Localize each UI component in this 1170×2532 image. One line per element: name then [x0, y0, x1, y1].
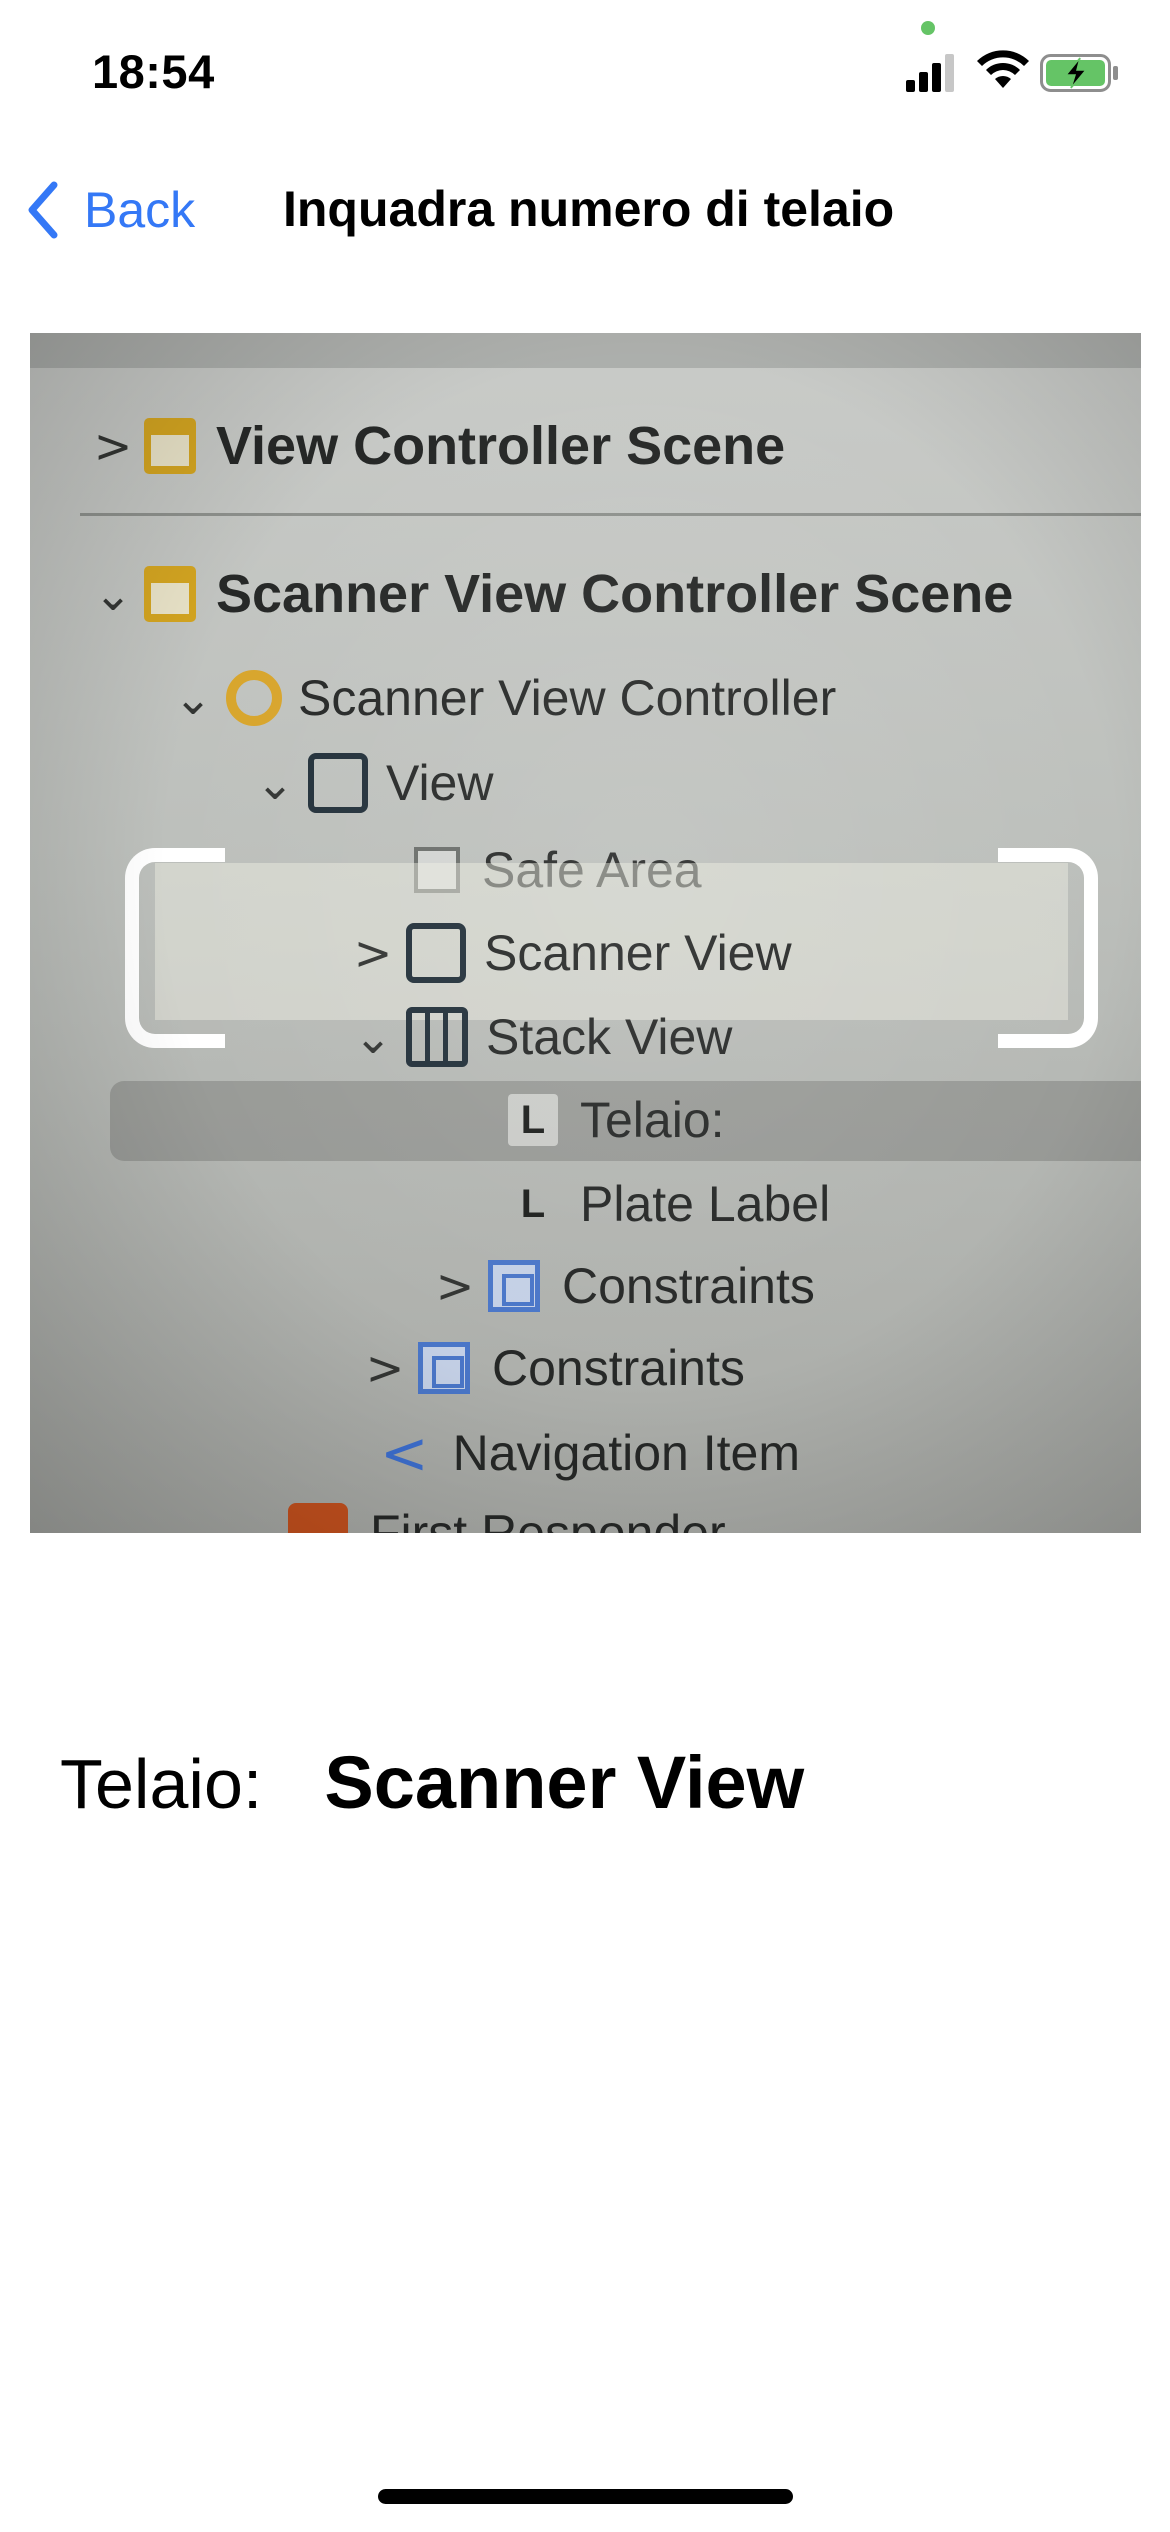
tree-label: Plate Label — [580, 1176, 831, 1232]
tree-label: Telaio: — [580, 1092, 725, 1148]
back-label: Back — [84, 182, 196, 238]
scanner-screen: 18:54 Back Inquadra numero di telaio > V… — [0, 0, 1170, 2532]
page-title: Inquadra numero di telaio — [283, 181, 895, 237]
cellular-signal-icon — [906, 54, 954, 92]
privacy-indicator-dot — [921, 21, 935, 35]
tree-label: Scanner View — [484, 925, 792, 981]
tree-label: Constraints — [562, 1258, 815, 1314]
tree-row-constraints-outer: > Constraints — [360, 1339, 745, 1397]
tree-row-stack-view: ⌄ Stack View — [348, 1007, 732, 1067]
navigation-bar: Back Inquadra numero di telaio — [0, 140, 1170, 275]
label-icon: L — [520, 1182, 546, 1226]
tree-row-plate-label: L Plate Label — [500, 1175, 830, 1233]
tree-label: View — [386, 755, 494, 811]
constraints-icon — [418, 1342, 470, 1394]
chevron-left-icon — [28, 181, 58, 239]
view-icon — [406, 923, 466, 983]
first-responder-icon — [288, 1503, 348, 1533]
tree-row-navigation-item: < Navigation Item — [370, 1419, 800, 1487]
tree-label: Constraints — [492, 1340, 745, 1396]
chevron-down-icon: ⌄ — [353, 1010, 393, 1064]
chevron-right-icon: > — [353, 926, 393, 980]
view-controller-icon — [226, 670, 282, 726]
back-button[interactable]: Back — [22, 175, 195, 245]
tree-label: Navigation Item — [452, 1425, 800, 1481]
status-bar: 18:54 — [0, 0, 1170, 140]
tree-row-scanner-view: > Scanner View — [348, 923, 792, 983]
tree-label: Stack View — [486, 1009, 733, 1065]
reticle-corner-bottom-left — [125, 933, 225, 1048]
navigation-item-icon: < — [380, 1419, 429, 1487]
camera-preview[interactable]: > View Controller Scene ⌄ Scanner View C… — [30, 333, 1141, 1533]
tree-row-view: ⌄ View — [250, 753, 493, 813]
tree-row-telaio-label: L Telaio: — [500, 1091, 725, 1149]
tree-row-view-controller-scene: > View Controller Scene — [88, 415, 785, 477]
result-value: Scanner View — [324, 1741, 805, 1824]
battery-charging-icon — [1040, 54, 1118, 92]
chevron-down-icon: ⌄ — [255, 756, 295, 810]
tree-label: View Controller Scene — [216, 416, 786, 476]
tree-label: First Responder — [370, 1505, 726, 1533]
tree-label: Scanner View Controller Scene — [216, 564, 1014, 624]
scene-icon — [144, 566, 196, 622]
label-icon: L — [508, 1094, 558, 1146]
chevron-right-icon: > — [435, 1259, 475, 1313]
preview-top-bar — [30, 333, 1141, 368]
reticle-corner-bottom-right — [998, 933, 1098, 1048]
wifi-icon — [977, 50, 1029, 88]
chevron-right-icon: > — [93, 419, 133, 473]
chevron-down-icon: ⌄ — [173, 671, 213, 725]
tree-label: Scanner View Controller — [298, 670, 837, 726]
tree-row-scanner-view-controller: ⌄ Scanner View Controller — [168, 669, 836, 727]
chevron-right-icon: > — [365, 1341, 405, 1395]
tree-row-scanner-scene: ⌄ Scanner View Controller Scene — [88, 563, 1014, 625]
home-indicator[interactable] — [378, 2489, 793, 2504]
tree-row-first-responder: First Responder — [288, 1503, 726, 1533]
preview-divider — [80, 513, 1141, 516]
scene-icon — [144, 418, 196, 474]
result-label: Telaio: — [60, 1745, 263, 1823]
status-time: 18:54 — [92, 45, 215, 98]
stack-view-icon — [406, 1007, 468, 1067]
scan-result: Telaio: Scanner View — [60, 1740, 804, 1825]
chevron-down-icon: ⌄ — [93, 567, 133, 621]
constraints-icon — [488, 1260, 540, 1312]
tree-row-constraints-inner: > Constraints — [430, 1257, 815, 1315]
view-icon — [308, 753, 368, 813]
